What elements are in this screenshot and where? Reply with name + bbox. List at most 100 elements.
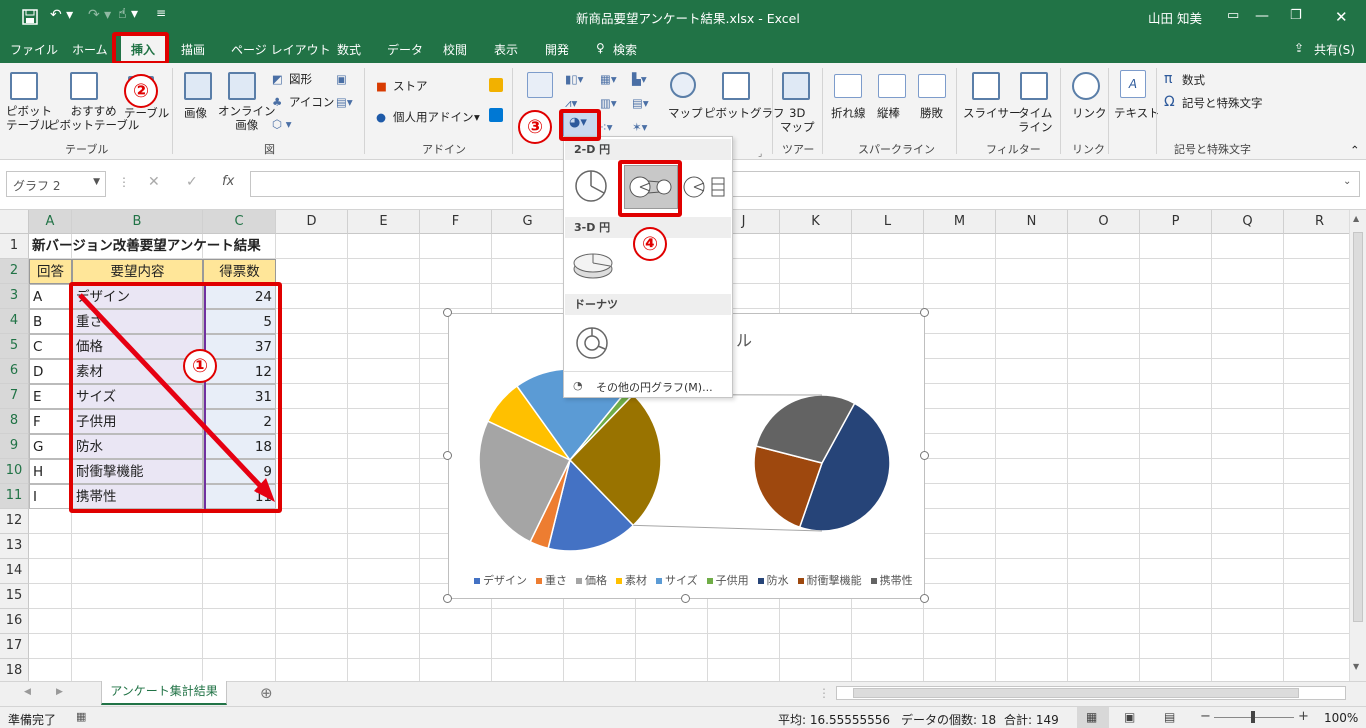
row-header[interactable]: 16 [0,609,29,634]
tab-view[interactable]: 表示 [494,41,518,58]
combo-chart-icon[interactable]: ▤▾ [632,96,649,110]
undo-icon[interactable]: ↶ ▾ [50,7,73,23]
scrollbar-thumb[interactable] [1353,232,1363,622]
timeline-icon[interactable] [1020,72,1048,100]
legend-item[interactable]: デザイン [474,572,527,588]
tab-search[interactable]: 検索 [613,41,637,58]
minimize-icon[interactable]: — [1255,8,1269,24]
bing-icon[interactable] [489,78,503,92]
text-button[interactable]: テキスト [1114,106,1160,120]
pie-3d-icon[interactable] [572,249,614,281]
column-header[interactable]: N [996,210,1068,234]
horizontal-scrollbar[interactable] [836,686,1346,700]
row-header[interactable]: 7 [0,384,29,409]
table-cell-answer[interactable]: D [29,359,72,384]
share-button[interactable]: 共有(S) [1314,41,1355,58]
status-average[interactable]: 平均: 16.55555556 [778,711,890,728]
pivot-table-icon[interactable] [10,72,38,100]
scatter-chart-icon[interactable]: ⁖▾ [600,120,613,134]
tab-developer[interactable]: 開発 [545,41,569,58]
resize-handle[interactable] [443,308,452,317]
addin-dropdown-icon[interactable]: ▾ [474,110,480,124]
table-cell-answer[interactable]: B [29,309,72,334]
sparkline-line-icon[interactable] [834,74,862,98]
column-header[interactable]: M [924,210,996,234]
function-icon[interactable]: fx [222,174,234,189]
more-pie-charts-item[interactable]: その他の円グラフ(M)... [596,379,713,395]
icons-button[interactable]: アイコン [289,95,334,109]
sparkline-winloss-icon[interactable] [918,74,946,98]
timeline-button[interactable]: タイム ライン [1018,106,1053,134]
image-icon[interactable] [184,72,212,100]
add-sheet-icon[interactable]: ⊕ [260,684,273,702]
pi-icon[interactable]: π [1164,72,1172,86]
sheet-tab-active[interactable]: アンケート集計結果 [101,681,227,705]
link-icon[interactable] [1072,72,1100,100]
column-header[interactable]: L [852,210,924,234]
table-cell-answer[interactable]: F [29,409,72,434]
equation-button[interactable]: 数式 [1182,73,1205,87]
row-header[interactable]: 6 [0,359,29,384]
donut-icon[interactable] [574,325,610,361]
screenshot-icon[interactable]: ▤▾ [336,95,353,109]
next-sheet-icon[interactable]: ▶ [56,687,63,697]
customize-qat-icon[interactable]: ≡ [156,6,166,20]
zoom-level[interactable]: 100% [1324,711,1358,725]
column-header[interactable]: D [276,210,348,234]
row-header[interactable]: 14 [0,559,29,584]
zoom-out-icon[interactable]: − [1200,709,1211,724]
tab-data[interactable]: データ [387,41,423,58]
macro-record-icon[interactable]: ▦ [76,710,86,723]
table-header-cell[interactable]: 回答 [29,259,72,284]
image-button[interactable]: 画像 [184,106,207,120]
tab-home[interactable]: ホーム [72,41,108,58]
ribbon-display-icon[interactable]: ▭ [1227,8,1239,23]
recommended-pivot-icon[interactable] [70,72,98,100]
sheet-title-cell[interactable]: 新バージョン改善要望アンケート結果 [29,234,289,259]
legend-item[interactable]: 耐衝撃機能 [797,572,862,588]
restore-icon[interactable]: ❐ [1290,8,1302,23]
dialog-launcher-icon[interactable]: ⌟ [758,147,762,161]
row-header[interactable]: 12 [0,509,29,534]
radar-chart-icon[interactable]: ✶▾ [632,120,647,134]
bar-of-pie-icon[interactable] [682,175,730,199]
scroll-up-icon[interactable]: ▲ [1353,214,1359,223]
legend-item[interactable]: 子供用 [706,572,749,588]
tab-split-icon[interactable]: ⋮ [818,686,830,700]
cancel-icon[interactable]: ✕ [148,174,160,190]
row-header[interactable]: 3 [0,284,29,309]
column-header[interactable]: Q [1212,210,1284,234]
legend-item[interactable]: 素材 [616,572,647,588]
sparkline-column-icon[interactable] [878,74,906,98]
map-icon[interactable] [670,72,696,98]
store-button[interactable]: ストア [393,79,428,93]
recommended-chart-icon[interactable] [527,72,553,98]
redo-icon[interactable]: ↷ ▾ [88,7,111,23]
column-header[interactable]: G [492,210,564,234]
row-header[interactable]: 8 [0,409,29,434]
table-header-cell[interactable]: 得票数 [203,259,276,284]
table-header-cell[interactable]: 要望内容 [72,259,203,284]
table-cell-answer[interactable]: G [29,434,72,459]
pivot-table-button[interactable]: ピボット テーブル [6,104,52,132]
sparkline-line-button[interactable]: 折れ線 [831,106,866,120]
legend-item[interactable]: 防水 [757,572,789,588]
column-header[interactable]: C [203,210,276,234]
smartart-icon[interactable]: ▣ [336,72,347,86]
slicer-icon[interactable] [972,72,1000,100]
zoom-in-icon[interactable]: + [1298,709,1309,724]
row-header[interactable]: 11 [0,484,29,509]
slicer-button[interactable]: スライサー [963,106,1021,120]
table-cell-answer[interactable]: C [29,334,72,359]
legend-item[interactable]: 価格 [576,572,607,588]
textbox-icon[interactable]: A [1120,70,1146,98]
tab-page-layout[interactable]: ページ レイアウト [231,41,331,58]
shapes-button[interactable]: 図形 [289,72,312,86]
table-cell-answer[interactable]: I [29,484,72,509]
map-button[interactable]: マップ [668,106,703,120]
resize-handle[interactable] [443,594,452,603]
icons-icon[interactable]: ♣ [272,95,282,109]
3d-model-icon[interactable]: ⬡ ▾ [272,117,291,131]
row-header[interactable]: 13 [0,534,29,559]
user-name[interactable]: 山田 知美 [1148,8,1202,27]
